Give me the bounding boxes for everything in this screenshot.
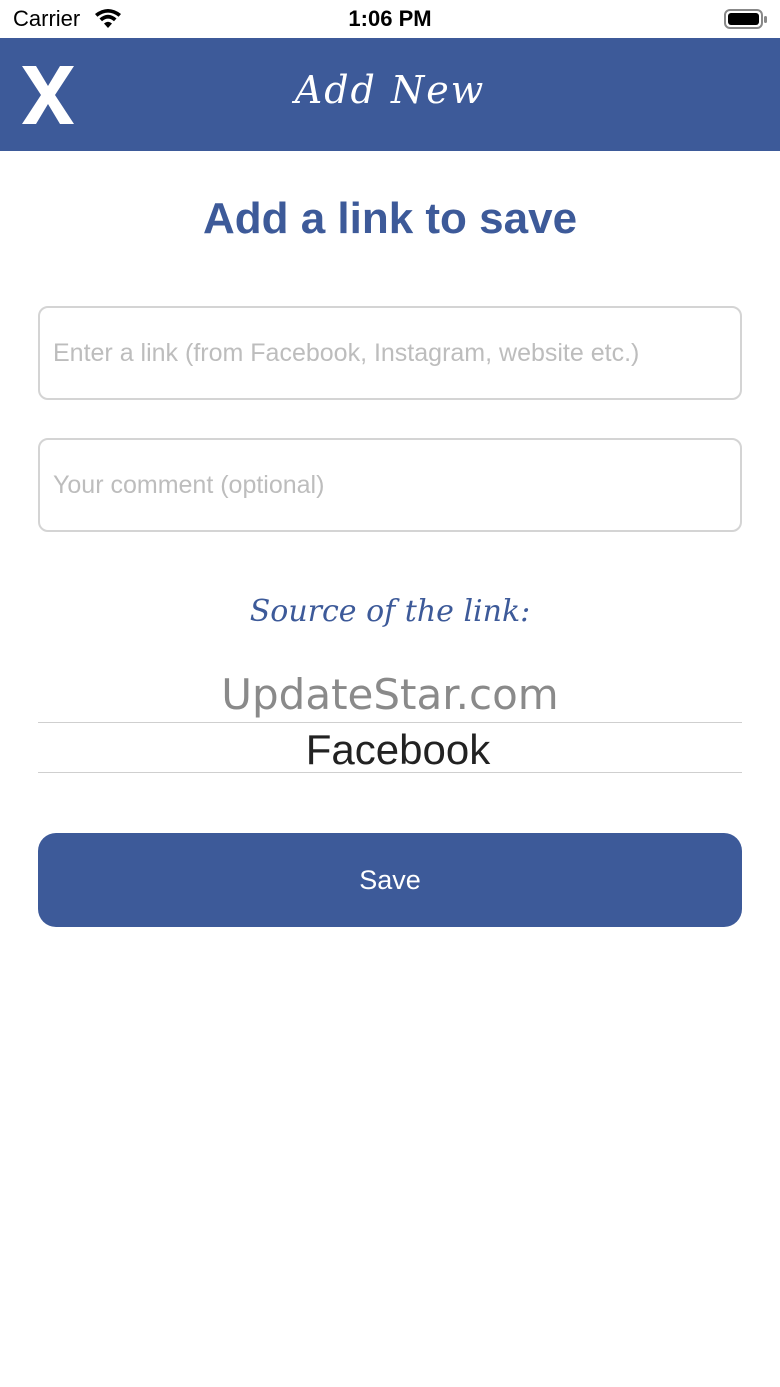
page-title: Add a link to save (202, 194, 578, 243)
picker-divider (38, 722, 742, 723)
nav-title: Add New (294, 68, 486, 112)
nav-bar: Add New (0, 38, 780, 151)
add-new-screen: Carrier 1:06 PM Add New Add a link to sa… (0, 0, 780, 1387)
status-bar: Carrier 1:06 PM (0, 0, 780, 38)
battery-icon (724, 9, 767, 29)
picker-divider (38, 772, 742, 773)
link-input[interactable] (38, 306, 742, 400)
comment-input[interactable] (38, 438, 742, 532)
save-button[interactable]: Save (38, 833, 742, 927)
source-label: Source of the link: (249, 594, 531, 629)
picker-selected-option[interactable]: Facebook (38, 726, 758, 774)
source-picker[interactable]: UpdateStar.com Facebook (38, 660, 742, 780)
clock: 1:06 PM (348, 6, 432, 31)
picker-option[interactable]: UpdateStar.com (38, 670, 742, 719)
